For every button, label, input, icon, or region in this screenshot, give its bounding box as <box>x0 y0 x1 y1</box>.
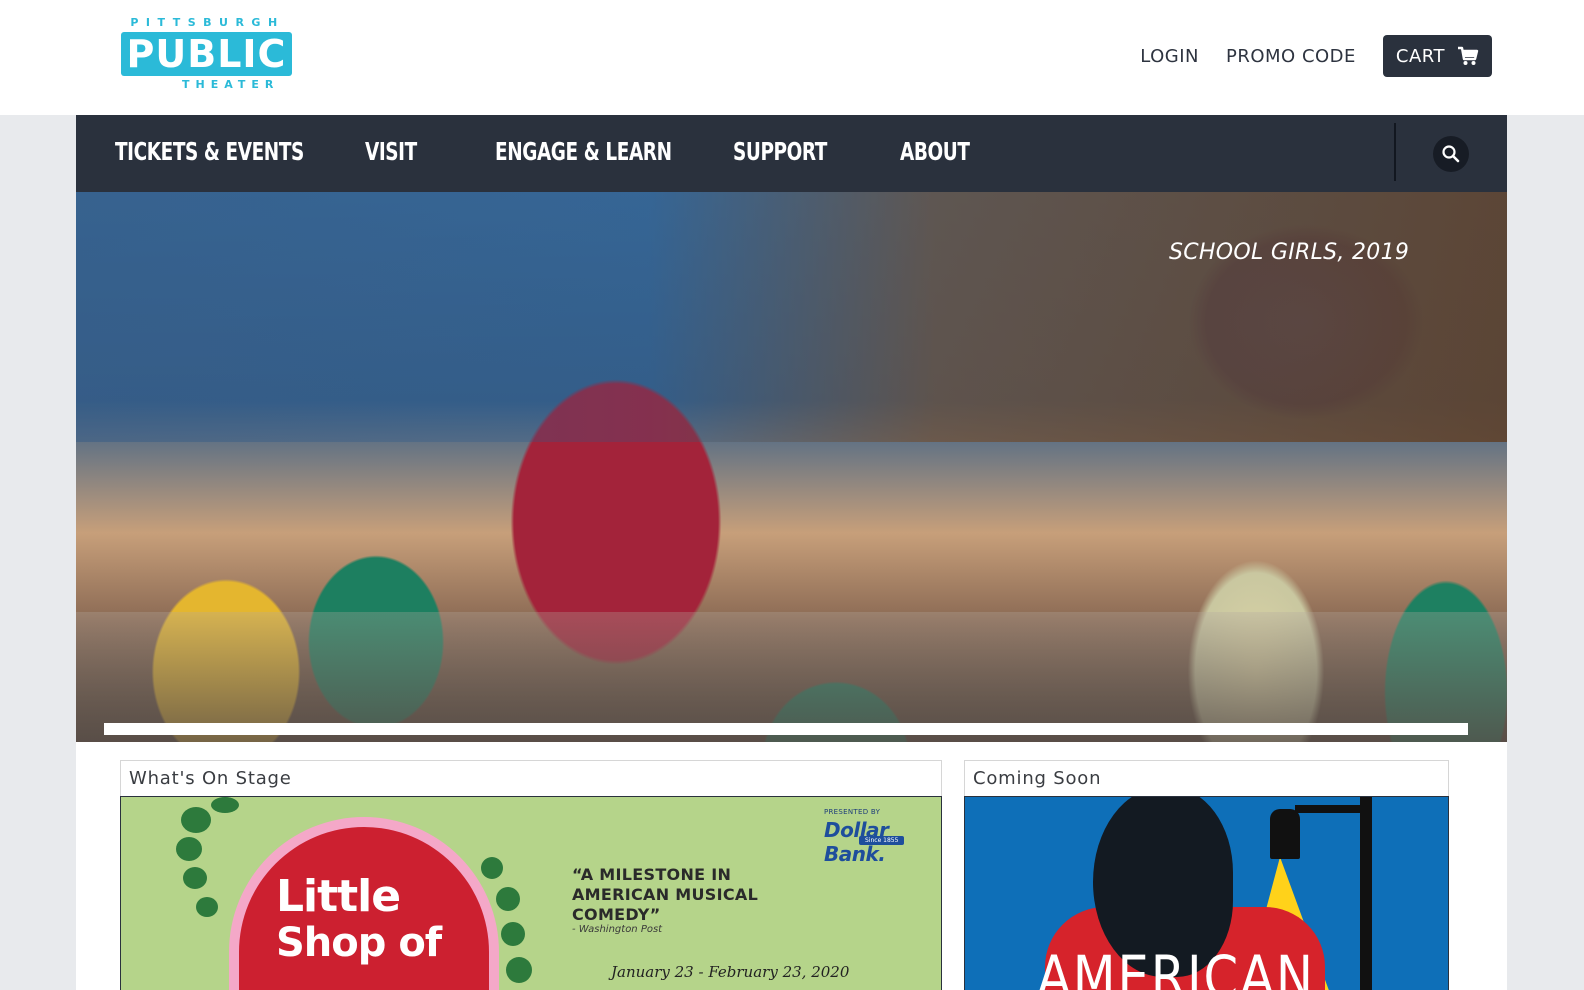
coming-soon-panel: Coming Soon AMERICAN <box>964 760 1449 990</box>
whats-on-stage-header: What's On Stage <box>120 760 942 796</box>
vine-decoration <box>501 922 525 946</box>
main-nav: TICKETS & EVENTS VISIT ENGAGE & LEARN SU… <box>76 115 1507 192</box>
sponsor-label: PRESENTED BY <box>824 808 881 816</box>
lamp-arm <box>1295 805 1371 813</box>
hero-caption: SCHOOL GIRLS, 2019 <box>1169 240 1410 265</box>
nav-support[interactable]: SUPPORT <box>733 137 827 166</box>
logo-box: PUBLIC <box>121 32 292 76</box>
show-title-line1: Little <box>276 871 401 922</box>
hero-banner[interactable]: SCHOOL GIRLS, 2019 <box>76 192 1507 742</box>
promo-code-link[interactable]: PROMO CODE <box>1226 46 1356 67</box>
coming-soon-header: Coming Soon <box>964 760 1449 796</box>
cart-icon <box>1458 46 1479 65</box>
hero-bottom-bar <box>104 723 1468 735</box>
coming-soon-show-title: AMERICAN <box>1037 943 1315 990</box>
show-dates: January 23 - February 23, 2020 <box>611 963 850 981</box>
search-button[interactable] <box>1433 136 1469 172</box>
lamp-head <box>1270 809 1300 859</box>
review-quote: “A MILESTONE IN AMERICAN MUSICAL COMEDY” <box>572 865 759 924</box>
whats-on-stage-panel: What's On Stage Little Shop of PRESENTED… <box>120 760 942 990</box>
logo-main-text: PUBLIC <box>126 32 287 76</box>
vine-decoration <box>496 887 520 911</box>
account-links: LOGIN PROMO CODE CART <box>1140 35 1492 77</box>
coming-soon-promo[interactable]: AMERICAN <box>964 796 1449 990</box>
review-source: - Washington Post <box>572 924 663 935</box>
search-icon <box>1442 145 1460 163</box>
logo-bottom-text: THEATER <box>182 78 280 91</box>
little-shop-of-horrors-promo[interactable]: Little Shop of PRESENTED BY Dollar Bank.… <box>120 796 942 990</box>
content-area: What's On Stage Little Shop of PRESENTED… <box>76 742 1507 990</box>
vine-decoration <box>211 797 239 813</box>
logo-top-text: PITTSBURGH <box>130 16 285 29</box>
vine-decoration <box>181 807 211 833</box>
vine-decoration <box>506 957 532 983</box>
vine-decoration <box>196 897 218 917</box>
pittsburgh-public-theater-logo[interactable]: PITTSBURGH PUBLIC THEATER <box>120 16 295 91</box>
vine-decoration <box>481 857 503 879</box>
nav-about[interactable]: ABOUT <box>900 137 970 166</box>
top-header: PITTSBURGH PUBLIC THEATER LOGIN PROMO CO… <box>0 0 1584 115</box>
show-title-line2: Shop of <box>276 920 442 966</box>
coming-soon-title: Coming Soon <box>973 768 1102 789</box>
hero-photo-backdrop <box>76 192 1507 442</box>
nav-visit[interactable]: VISIT <box>365 137 417 166</box>
vine-decoration <box>183 867 207 889</box>
nav-tickets-events[interactable]: TICKETS & EVENTS <box>115 137 304 166</box>
whats-on-stage-title: What's On Stage <box>129 768 292 789</box>
cart-button[interactable]: CART <box>1382 35 1492 77</box>
vine-decoration <box>176 837 202 861</box>
login-link[interactable]: LOGIN <box>1140 46 1199 67</box>
nav-engage-learn[interactable]: ENGAGE & LEARN <box>495 137 672 166</box>
cart-label: CART <box>1395 45 1445 67</box>
lamp-post <box>1360 797 1372 990</box>
sponsor-since: Since 1855 <box>859 836 905 845</box>
nav-divider <box>1394 123 1396 181</box>
